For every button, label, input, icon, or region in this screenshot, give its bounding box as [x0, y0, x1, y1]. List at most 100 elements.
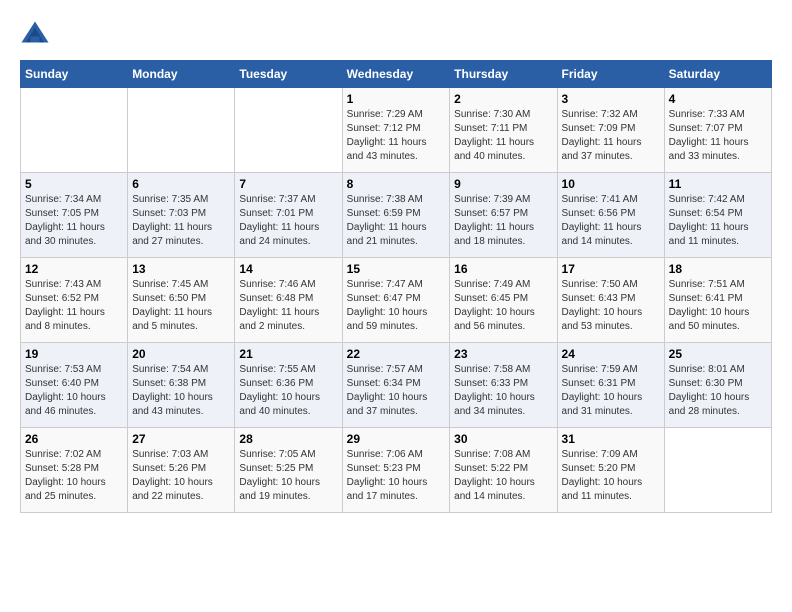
day-number: 9: [454, 177, 552, 191]
day-number: 2: [454, 92, 552, 106]
day-info: Sunrise: 7:29 AM Sunset: 7:12 PM Dayligh…: [347, 108, 446, 164]
day-number: 21: [239, 347, 337, 361]
day-info: Sunrise: 7:49 AM Sunset: 6:45 PM Dayligh…: [454, 278, 552, 334]
day-number: 13: [132, 262, 230, 276]
calendar-cell: [21, 88, 128, 173]
calendar-cell: 21 Sunrise: 7:55 AM Sunset: 6:36 PM Dayli…: [235, 343, 342, 428]
day-info: Sunrise: 7:06 AM Sunset: 5:23 PM Dayligh…: [347, 448, 446, 504]
day-info: Sunrise: 7:43 AM Sunset: 6:52 PM Dayligh…: [25, 278, 123, 334]
day-number: 4: [669, 92, 767, 106]
day-number: 7: [239, 177, 337, 191]
day-number: 18: [669, 262, 767, 276]
day-number: 14: [239, 262, 337, 276]
weekday-header-monday: Monday: [128, 61, 235, 88]
day-number: 25: [669, 347, 767, 361]
day-info: Sunrise: 7:46 AM Sunset: 6:48 PM Dayligh…: [239, 278, 337, 334]
day-number: 26: [25, 432, 123, 446]
day-info: Sunrise: 7:58 AM Sunset: 6:33 PM Dayligh…: [454, 363, 552, 419]
calendar-table: SundayMondayTuesdayWednesdayThursdayFrid…: [20, 60, 772, 513]
day-info: Sunrise: 7:59 AM Sunset: 6:31 PM Dayligh…: [562, 363, 660, 419]
calendar-cell: 27Sunrise: 7:03 AM Sunset: 5:26 PM Dayli…: [128, 428, 235, 513]
calendar-cell: [235, 88, 342, 173]
weekday-header-saturday: Saturday: [664, 61, 771, 88]
day-info: Sunrise: 7:09 AM Sunset: 5:20 PM Dayligh…: [562, 448, 660, 504]
day-info: Sunrise: 7:33 AM Sunset: 7:07 PM Dayligh…: [669, 108, 767, 164]
calendar-cell: 4 Sunrise: 7:33 AM Sunset: 7:07 PM Daylig…: [664, 88, 771, 173]
calendar-cell: 20Sunrise: 7:54 AM Sunset: 6:38 PM Dayli…: [128, 343, 235, 428]
weekday-header-thursday: Thursday: [450, 61, 557, 88]
day-info: Sunrise: 7:34 AM Sunset: 7:05 PM Dayligh…: [25, 193, 123, 249]
day-number: 15: [347, 262, 446, 276]
calendar-cell: 7 Sunrise: 7:37 AM Sunset: 7:01 PM Daylig…: [235, 173, 342, 258]
calendar-cell: 5 Sunrise: 7:34 AM Sunset: 7:05 PM Daylig…: [21, 173, 128, 258]
day-number: 16: [454, 262, 552, 276]
calendar-cell: 30 Sunrise: 7:08 AM Sunset: 5:22 PM Dayli…: [450, 428, 557, 513]
calendar-cell: 15 Sunrise: 7:47 AM Sunset: 6:47 PM Dayli…: [342, 258, 450, 343]
calendar-cell: 2 Sunrise: 7:30 AM Sunset: 7:11 PM Daylig…: [450, 88, 557, 173]
day-number: 10: [562, 177, 660, 191]
calendar-cell: 14 Sunrise: 7:46 AM Sunset: 6:48 PM Dayli…: [235, 258, 342, 343]
day-info: Sunrise: 7:41 AM Sunset: 6:56 PM Dayligh…: [562, 193, 660, 249]
calendar-cell: 10 Sunrise: 7:41 AM Sunset: 6:56 PM Dayli…: [557, 173, 664, 258]
calendar-cell: 22Sunrise: 7:57 AM Sunset: 6:34 PM Dayli…: [342, 343, 450, 428]
calendar-cell: 19Sunrise: 7:53 AM Sunset: 6:40 PM Dayli…: [21, 343, 128, 428]
page-header: [20, 20, 772, 50]
day-info: Sunrise: 7:30 AM Sunset: 7:11 PM Dayligh…: [454, 108, 552, 164]
calendar-week-row: 19Sunrise: 7:53 AM Sunset: 6:40 PM Dayli…: [21, 343, 772, 428]
day-info: Sunrise: 7:05 AM Sunset: 5:25 PM Dayligh…: [239, 448, 337, 504]
day-number: 1: [347, 92, 446, 106]
calendar-cell: 12 Sunrise: 7:43 AM Sunset: 6:52 PM Dayli…: [21, 258, 128, 343]
day-info: Sunrise: 8:01 AM Sunset: 6:30 PM Dayligh…: [669, 363, 767, 419]
logo-icon: [20, 20, 50, 50]
day-info: Sunrise: 7:55 AM Sunset: 6:36 PM Dayligh…: [239, 363, 337, 419]
day-number: 6: [132, 177, 230, 191]
day-number: 5: [25, 177, 123, 191]
calendar-cell: 24 Sunrise: 7:59 AM Sunset: 6:31 PM Dayli…: [557, 343, 664, 428]
calendar-cell: 29Sunrise: 7:06 AM Sunset: 5:23 PM Dayli…: [342, 428, 450, 513]
calendar-cell: 9 Sunrise: 7:39 AM Sunset: 6:57 PM Daylig…: [450, 173, 557, 258]
day-number: 24: [562, 347, 660, 361]
day-number: 30: [454, 432, 552, 446]
day-number: 8: [347, 177, 446, 191]
calendar-cell: 16 Sunrise: 7:49 AM Sunset: 6:45 PM Dayli…: [450, 258, 557, 343]
day-info: Sunrise: 7:08 AM Sunset: 5:22 PM Dayligh…: [454, 448, 552, 504]
day-info: Sunrise: 7:39 AM Sunset: 6:57 PM Dayligh…: [454, 193, 552, 249]
weekday-header-tuesday: Tuesday: [235, 61, 342, 88]
day-info: Sunrise: 7:03 AM Sunset: 5:26 PM Dayligh…: [132, 448, 230, 504]
day-info: Sunrise: 7:35 AM Sunset: 7:03 PM Dayligh…: [132, 193, 230, 249]
day-number: 31: [562, 432, 660, 446]
day-number: 20: [132, 347, 230, 361]
day-info: Sunrise: 7:47 AM Sunset: 6:47 PM Dayligh…: [347, 278, 446, 334]
day-info: Sunrise: 7:32 AM Sunset: 7:09 PM Dayligh…: [562, 108, 660, 164]
day-info: Sunrise: 7:38 AM Sunset: 6:59 PM Dayligh…: [347, 193, 446, 249]
calendar-cell: 26 Sunrise: 7:02 AM Sunset: 5:28 PM Dayli…: [21, 428, 128, 513]
calendar-cell: 17Sunrise: 7:50 AM Sunset: 6:43 PM Dayli…: [557, 258, 664, 343]
day-number: 28: [239, 432, 337, 446]
calendar-cell: 1 Sunrise: 7:29 AM Sunset: 7:12 PM Daylig…: [342, 88, 450, 173]
day-info: Sunrise: 7:50 AM Sunset: 6:43 PM Dayligh…: [562, 278, 660, 334]
day-info: Sunrise: 7:45 AM Sunset: 6:50 PM Dayligh…: [132, 278, 230, 334]
calendar-week-row: 1 Sunrise: 7:29 AM Sunset: 7:12 PM Daylig…: [21, 88, 772, 173]
calendar-week-row: 26 Sunrise: 7:02 AM Sunset: 5:28 PM Dayli…: [21, 428, 772, 513]
weekday-header-sunday: Sunday: [21, 61, 128, 88]
calendar-cell: [664, 428, 771, 513]
calendar-cell: [128, 88, 235, 173]
calendar-cell: 28 Sunrise: 7:05 AM Sunset: 5:25 PM Dayli…: [235, 428, 342, 513]
day-number: 23: [454, 347, 552, 361]
calendar-week-row: 5 Sunrise: 7:34 AM Sunset: 7:05 PM Daylig…: [21, 173, 772, 258]
weekday-header-wednesday: Wednesday: [342, 61, 450, 88]
calendar-week-row: 12 Sunrise: 7:43 AM Sunset: 6:52 PM Dayli…: [21, 258, 772, 343]
calendar-cell: 3Sunrise: 7:32 AM Sunset: 7:09 PM Daylig…: [557, 88, 664, 173]
calendar-cell: 31 Sunrise: 7:09 AM Sunset: 5:20 PM Dayli…: [557, 428, 664, 513]
calendar-cell: 13 Sunrise: 7:45 AM Sunset: 6:50 PM Dayli…: [128, 258, 235, 343]
day-number: 11: [669, 177, 767, 191]
calendar-cell: 18Sunrise: 7:51 AM Sunset: 6:41 PM Dayli…: [664, 258, 771, 343]
weekday-header-friday: Friday: [557, 61, 664, 88]
day-number: 12: [25, 262, 123, 276]
day-info: Sunrise: 7:02 AM Sunset: 5:28 PM Dayligh…: [25, 448, 123, 504]
calendar-cell: 8 Sunrise: 7:38 AM Sunset: 6:59 PM Daylig…: [342, 173, 450, 258]
logo: [20, 20, 54, 50]
day-info: Sunrise: 7:57 AM Sunset: 6:34 PM Dayligh…: [347, 363, 446, 419]
calendar-cell: 11Sunrise: 7:42 AM Sunset: 6:54 PM Dayli…: [664, 173, 771, 258]
day-info: Sunrise: 7:37 AM Sunset: 7:01 PM Dayligh…: [239, 193, 337, 249]
